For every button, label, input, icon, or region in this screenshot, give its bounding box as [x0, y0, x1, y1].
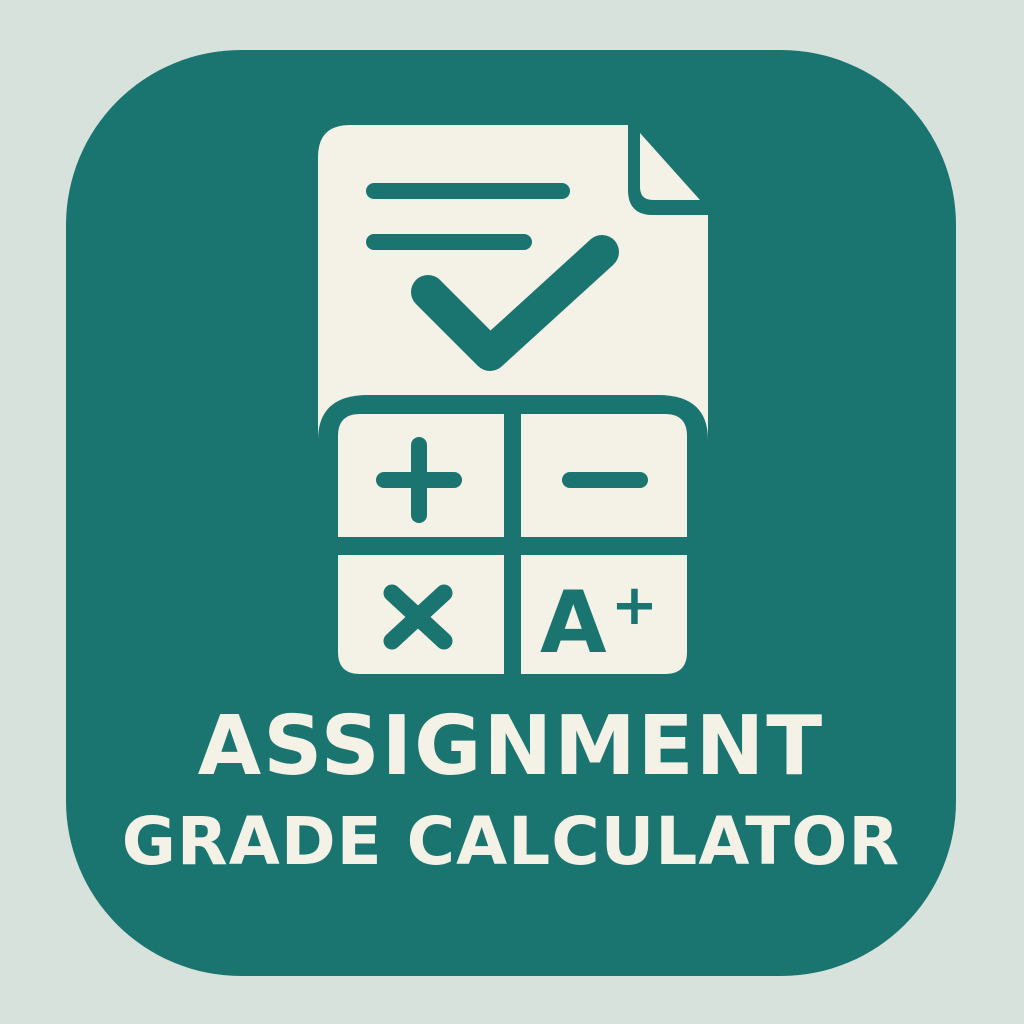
- app-name-line-2: GRADE CALCULATOR: [121, 803, 901, 880]
- minus-icon: [562, 472, 648, 488]
- document-line-2: [366, 234, 532, 250]
- document-line-1: [366, 183, 570, 199]
- app-name-line-1: ASSIGNMENT: [197, 699, 825, 794]
- grade-plus-glyph: +: [611, 573, 658, 638]
- document-icon: [318, 125, 708, 440]
- grade-glyph: A: [540, 573, 607, 673]
